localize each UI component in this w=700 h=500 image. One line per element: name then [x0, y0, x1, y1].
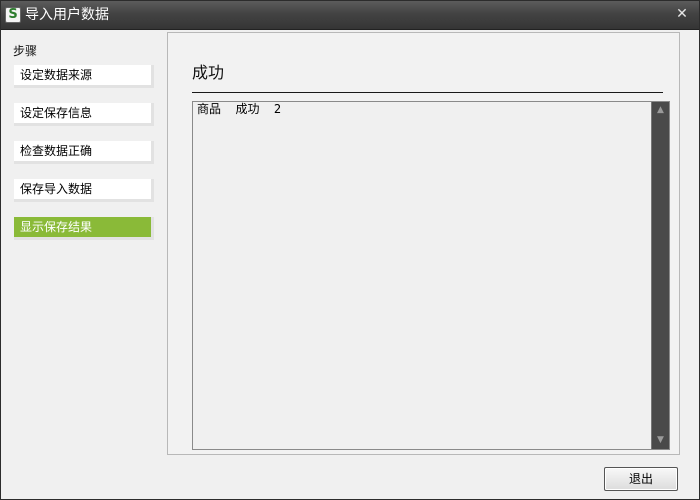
sidebar-item-check-data[interactable]: 检查数据正确 — [14, 141, 154, 164]
page-title: 成功 — [192, 63, 225, 82]
steps-label: 步骤 — [13, 44, 38, 58]
result-line: 商品 成功 2 — [197, 102, 282, 116]
sidebar-item-set-save-info[interactable]: 设定保存信息 — [14, 103, 154, 126]
vertical-scrollbar[interactable]: ▲ ▼ — [651, 102, 669, 449]
result-panel: 成功 商品 成功 2 ▲ ▼ — [167, 32, 680, 455]
close-icon[interactable]: ✕ — [674, 6, 690, 22]
result-textarea[interactable]: 商品 成功 2 ▲ ▼ — [192, 101, 670, 450]
title-bar[interactable]: S 导入用户数据 ✕ — [1, 1, 699, 30]
app-logo-icon: S — [5, 7, 21, 23]
sidebar-item-save-import-data[interactable]: 保存导入数据 — [14, 179, 154, 202]
sidebar-item-show-save-result[interactable]: 显示保存结果 — [14, 217, 154, 240]
window-title: 导入用户数据 — [25, 7, 109, 23]
exit-button[interactable]: 退出 — [604, 467, 678, 491]
sidebar-item-set-data-source[interactable]: 设定数据来源 — [14, 65, 154, 88]
title-divider — [192, 92, 663, 93]
scroll-down-icon[interactable]: ▼ — [653, 433, 668, 448]
import-dialog-window: S 导入用户数据 ✕ 步骤 设定数据来源 设定保存信息 检查数据正确 保存导入数… — [0, 0, 700, 500]
scroll-up-icon[interactable]: ▲ — [653, 103, 668, 118]
